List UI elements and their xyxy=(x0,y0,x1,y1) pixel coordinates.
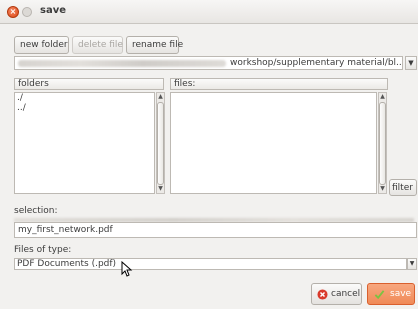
title-bar: × save xyxy=(0,0,418,24)
folders-scroll-thumb[interactable] xyxy=(157,102,164,185)
filter-button[interactable]: filter xyxy=(389,179,417,196)
checkmark-icon xyxy=(374,290,385,300)
folders-list[interactable]: ./ ../ xyxy=(14,92,155,194)
folder-item-current[interactable]: ./ xyxy=(15,93,154,103)
path-text: workshop/supplementary material/bl... xyxy=(230,58,403,68)
filetype-label: Files of type: xyxy=(14,245,72,255)
folders-scrollbar[interactable]: ▲ ▼ xyxy=(156,92,165,194)
delete-file-button[interactable]: delete file xyxy=(72,36,123,54)
scroll-down-icon[interactable]: ▼ xyxy=(379,185,386,193)
close-window-icon[interactable]: × xyxy=(7,6,19,18)
filetype-select[interactable]: PDF Documents (.pdf) xyxy=(14,258,407,270)
cancel-button[interactable]: cancel xyxy=(311,283,362,305)
scroll-up-icon[interactable]: ▲ xyxy=(379,93,386,101)
filetype-chevron-down-icon[interactable]: ▼ xyxy=(407,258,417,270)
mouse-pointer-icon xyxy=(121,261,133,277)
cancel-icon xyxy=(317,289,328,300)
save-button[interactable]: save xyxy=(367,283,415,305)
scroll-down-icon[interactable]: ▼ xyxy=(157,185,164,193)
files-header: files: xyxy=(170,78,388,90)
files-scroll-thumb[interactable] xyxy=(379,102,386,185)
selection-label: selection: xyxy=(14,206,58,216)
folder-item-parent[interactable]: ../ xyxy=(15,103,154,113)
scroll-up-icon[interactable]: ▲ xyxy=(157,93,164,101)
cancel-label: cancel xyxy=(331,289,361,299)
save-label: save xyxy=(390,289,412,299)
folders-header: folders xyxy=(14,78,164,90)
files-list[interactable] xyxy=(170,92,377,194)
redacted-path-prefix xyxy=(18,60,226,67)
rename-file-button[interactable]: rename file xyxy=(126,36,183,54)
path-dropdown-chevron-down-icon[interactable]: ▼ xyxy=(405,56,417,70)
new-folder-button[interactable]: new folder xyxy=(14,36,69,54)
path-combo[interactable]: workshop/supplementary material/bl... xyxy=(14,56,403,70)
window-title: save xyxy=(40,5,67,16)
minimize-window-icon[interactable] xyxy=(22,7,32,17)
selection-input[interactable]: my_first_network.pdf xyxy=(14,222,417,238)
files-scrollbar[interactable]: ▲ ▼ xyxy=(378,92,387,194)
